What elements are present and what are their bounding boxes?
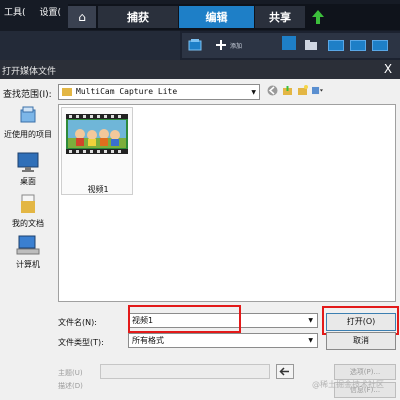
tab-edit[interactable]: 编辑 (179, 6, 254, 28)
media-import-icon[interactable] (188, 39, 202, 51)
dialog-nav-icons (267, 85, 323, 96)
filetype-select[interactable]: 所有格式 ▼ (128, 333, 318, 348)
place-label: 桌面 (20, 177, 36, 186)
recent-items-icon (20, 106, 36, 123)
photo-filter-icon[interactable] (350, 40, 366, 51)
documents-icon (21, 194, 35, 213)
workspace-tabs: ⌂ 捕获 编辑 共享 (68, 4, 400, 30)
dialog-titlebar: 打开媒体文件 X (0, 60, 400, 79)
arrow-left-icon[interactable] (276, 364, 294, 379)
look-in-select[interactable]: MultiCam Capture Lite ▼ (58, 84, 260, 100)
desktop-icon (17, 152, 39, 172)
view-menu-icon[interactable] (312, 85, 323, 96)
subject-label: 主题(U) (58, 369, 83, 377)
file-list[interactable]: 视频1 (58, 104, 396, 302)
menu-tools[interactable]: 工具( (4, 5, 26, 18)
tab-share[interactable]: 共享 (255, 6, 305, 28)
library-toolbar: 添加 (0, 31, 400, 60)
subject-input[interactable] (100, 364, 270, 379)
home-tab[interactable]: ⌂ (68, 6, 96, 28)
add-icon[interactable] (214, 39, 228, 51)
back-icon[interactable] (267, 85, 278, 96)
close-icon[interactable]: X (380, 61, 396, 77)
audio-filter-icon[interactable] (372, 40, 388, 51)
app-menu: 工具( 设置( (0, 0, 61, 22)
video-thumbnail (66, 114, 128, 154)
video-filter-icon[interactable] (328, 40, 344, 51)
preview-panel-edge (0, 31, 180, 60)
place-label: 计算机 (16, 260, 40, 269)
tab-capture[interactable]: 捕获 (98, 6, 178, 28)
filetype-label: 文件类型(T): (58, 338, 104, 347)
chevron-down-icon[interactable]: ▼ (308, 317, 313, 324)
new-folder-icon[interactable] (297, 85, 308, 96)
chevron-down-icon[interactable]: ▼ (251, 89, 256, 96)
filename-label: 文件名(N): (58, 318, 97, 327)
place-label: 我的文档 (12, 219, 44, 228)
look-in-label: 查找范围(I): (3, 90, 52, 100)
highlight-filename (128, 305, 241, 333)
file-name: 视频1 (87, 185, 109, 194)
place-recent[interactable]: 近使用的项目 (0, 104, 56, 140)
place-computer[interactable]: 计算机 (0, 234, 56, 270)
highlight-open-button (322, 306, 399, 335)
folder-icon[interactable] (304, 39, 318, 51)
folder-icon (62, 88, 72, 96)
open-media-dialog: 打开媒体文件 X 查找范围(I): MultiCam Capture Lite … (0, 60, 400, 400)
place-label: 近使用的项目 (4, 130, 52, 139)
chevron-down-icon[interactable]: ▼ (308, 337, 313, 344)
dialog-title: 打开媒体文件 (2, 67, 57, 77)
computer-icon (16, 235, 40, 255)
upload-icon[interactable] (312, 10, 324, 24)
menu-settings[interactable]: 设置( (40, 5, 62, 18)
add-label[interactable]: 添加 (230, 41, 242, 50)
filetype-value: 所有格式 (132, 336, 164, 345)
options-button[interactable]: 选项(P)... (334, 364, 396, 380)
look-in-value: MultiCam Capture Lite (76, 87, 178, 96)
description-label: 描述(D) (58, 382, 83, 390)
app-header: 工具( 设置( ⌂ 捕获 编辑 共享 (0, 0, 400, 31)
place-documents[interactable]: 我的文档 (0, 193, 56, 229)
up-folder-icon[interactable] (282, 85, 293, 96)
home-icon: ⌂ (78, 10, 86, 24)
collapse-icon[interactable] (282, 36, 296, 50)
watermark: @稀土掘金技术社区 (312, 380, 384, 389)
library-tools: 添加 (182, 33, 400, 58)
file-item[interactable]: 视频1 (61, 107, 133, 195)
places-bar: 近使用的项目 桌面 我的文档 计算机 (0, 104, 56, 374)
cancel-button[interactable]: 取消 (326, 332, 396, 350)
place-desktop[interactable]: 桌面 (0, 151, 56, 187)
